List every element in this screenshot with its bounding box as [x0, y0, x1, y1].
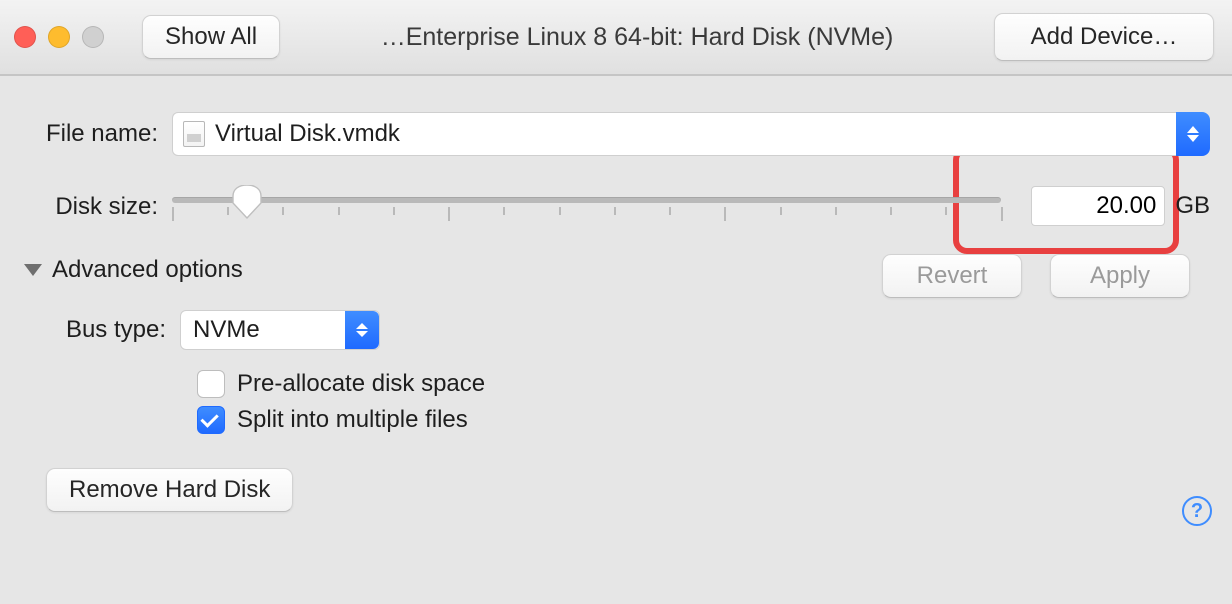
file-name-value: Virtual Disk.vmdk — [215, 120, 400, 148]
minimize-window-button[interactable] — [48, 26, 70, 48]
apply-button[interactable]: Apply — [1050, 254, 1190, 298]
bus-type-row: Bus type: NVMe — [40, 310, 1210, 350]
file-name-combo[interactable]: Virtual Disk.vmdk — [172, 112, 1210, 156]
window-title: …Enterprise Linux 8 64-bit: Hard Disk (N… — [292, 23, 982, 52]
remove-hard-disk-button[interactable]: Remove Hard Disk — [46, 468, 293, 512]
split-checkbox[interactable] — [197, 406, 225, 434]
disk-size-slider[interactable] — [172, 189, 1001, 223]
help-button[interactable]: ? — [1182, 496, 1212, 526]
file-name-field[interactable]: Virtual Disk.vmdk — [172, 112, 1176, 156]
slider-knob-icon — [232, 185, 262, 219]
file-name-row: File name: Virtual Disk.vmdk — [22, 112, 1210, 156]
remove-disk-row: Remove Hard Disk — [46, 468, 1210, 512]
settings-panel: File name: Virtual Disk.vmdk Disk size: — [0, 76, 1232, 540]
disclosure-triangle-icon — [24, 264, 42, 276]
file-name-label: File name: — [22, 120, 172, 148]
advanced-options-label: Advanced options — [52, 256, 243, 284]
split-row: Split into multiple files — [197, 406, 1210, 434]
titlebar: Show All …Enterprise Linux 8 64-bit: Har… — [0, 0, 1232, 76]
show-all-button[interactable]: Show All — [142, 15, 280, 59]
bus-type-select[interactable]: NVMe — [180, 310, 380, 350]
disk-size-input[interactable] — [1031, 186, 1165, 226]
bus-type-label: Bus type: — [40, 316, 180, 344]
bus-type-dropdown-icon[interactable] — [345, 311, 379, 349]
file-name-stepper[interactable] — [1176, 112, 1210, 156]
preallocate-row: Pre-allocate disk space — [197, 370, 1210, 398]
disk-size-row: Disk size: GB — [22, 186, 1210, 226]
add-device-button[interactable]: Add Device… — [994, 13, 1214, 61]
disk-size-slider-wrap: GB — [172, 186, 1210, 226]
slider-knob[interactable] — [232, 185, 262, 219]
action-buttons: Revert Apply — [882, 254, 1190, 298]
disk-size-unit: GB — [1175, 192, 1210, 220]
zoom-window-button[interactable] — [82, 26, 104, 48]
bus-type-value: NVMe — [193, 316, 260, 344]
close-window-button[interactable] — [14, 26, 36, 48]
disk-size-label: Disk size: — [22, 191, 172, 221]
split-label: Split into multiple files — [237, 406, 468, 434]
preallocate-checkbox[interactable] — [197, 370, 225, 398]
window-controls — [14, 26, 104, 48]
slider-track-line — [172, 197, 1001, 203]
vmdk-file-icon — [183, 121, 205, 147]
revert-button[interactable]: Revert — [882, 254, 1022, 298]
preallocate-label: Pre-allocate disk space — [237, 370, 485, 398]
